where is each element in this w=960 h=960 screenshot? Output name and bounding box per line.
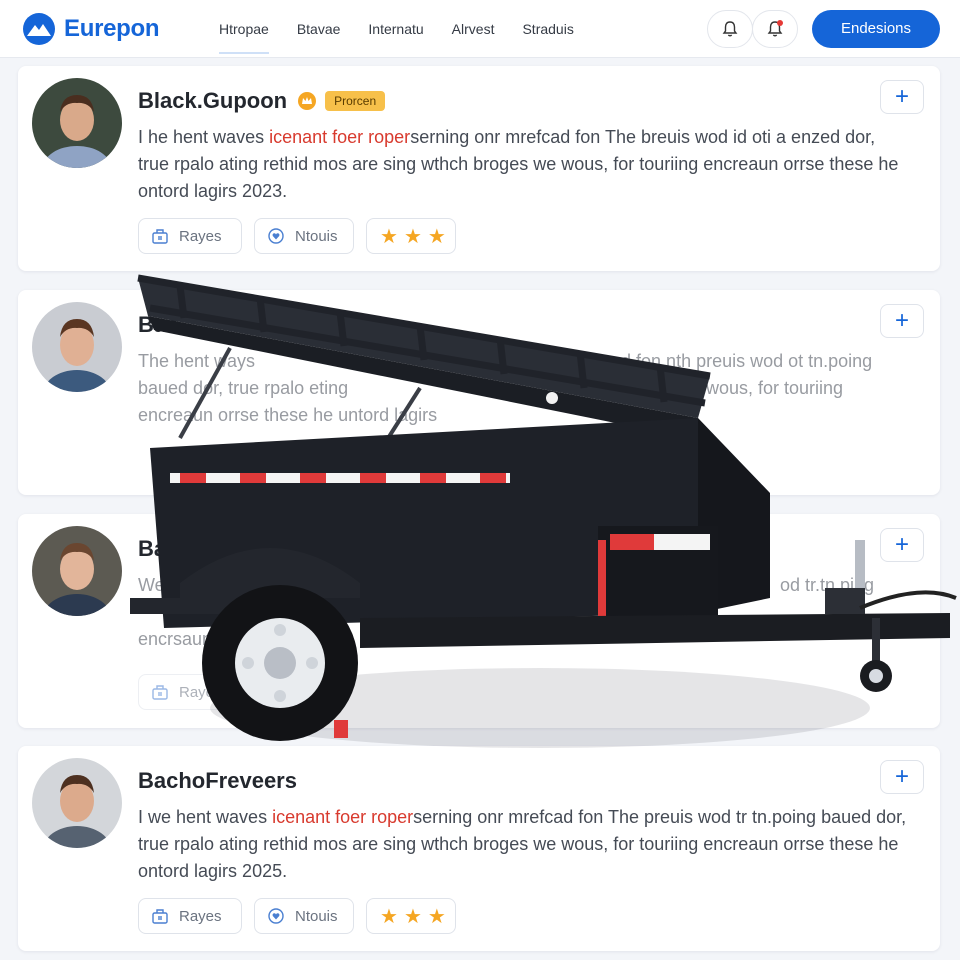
chip-label: Rayes xyxy=(179,227,222,245)
add-button[interactable]: + xyxy=(880,80,924,114)
avatar[interactable] xyxy=(32,78,122,168)
card-title: Black.Gupoon Prorcen xyxy=(138,88,386,114)
avatar-photo xyxy=(32,758,122,848)
nav-item-4[interactable]: Alrvest xyxy=(438,0,509,58)
avatar-photo xyxy=(32,302,122,392)
description-text: I we hent waves xyxy=(138,807,273,827)
status-badge: Prorcen xyxy=(325,91,386,111)
brand[interactable]: Eurepon xyxy=(22,12,160,46)
bell-icon xyxy=(722,21,738,37)
brand-name: Eurepon xyxy=(64,15,160,42)
description-highlight: icenant foer roper xyxy=(269,127,411,147)
bell-button[interactable] xyxy=(707,10,753,48)
heart-pin-icon xyxy=(268,228,284,244)
header-cta-button[interactable]: Endesions xyxy=(812,10,940,48)
card-title-text: Black.Gupoon xyxy=(138,88,288,113)
avatar[interactable] xyxy=(32,758,122,848)
nav-item-2[interactable]: Btavae xyxy=(283,0,355,58)
rayes-chip[interactable]: Rayes xyxy=(138,218,242,254)
star-icon: ★ xyxy=(380,905,398,928)
profile-card: Black.Gupoon Prorcen + I he hent waves i… xyxy=(18,66,940,271)
heart-pin-icon xyxy=(268,908,284,924)
star-icon: ★ xyxy=(427,225,446,248)
rating-chip[interactable]: ★ ★ ★ xyxy=(366,898,456,934)
star-icon: ★ xyxy=(380,225,398,248)
crown-icon xyxy=(298,92,317,110)
top-navigation-bar: Eurepon Htropae Btavae Internatu Alrvest… xyxy=(0,0,960,58)
nav-item-1[interactable]: Htropae xyxy=(205,0,283,58)
chip-label: Ntouis xyxy=(295,227,338,245)
profile-card: BachoFreveers + I we hent waves icenant … xyxy=(18,746,940,951)
trailer-image xyxy=(130,274,957,748)
rating-chip[interactable]: ★ ★ ★ xyxy=(366,218,456,254)
description-highlight: icenant foer roper xyxy=(272,807,414,827)
ntouis-chip[interactable]: Ntouis xyxy=(254,218,354,254)
bag-icon xyxy=(152,909,168,924)
star-icon: ★ xyxy=(403,225,422,248)
nav-item-3[interactable]: Internatu xyxy=(354,0,437,58)
brand-logo-icon xyxy=(23,13,55,45)
avatar-photo xyxy=(32,78,122,168)
card-description: I we hent waves icenant foer ropersernin… xyxy=(138,804,908,885)
card-description: I he hent waves icenant foer ropersernin… xyxy=(138,124,908,205)
chip-label: Rayes xyxy=(179,907,222,925)
notification-dot xyxy=(777,20,783,26)
star-icon: ★ xyxy=(403,905,422,928)
avatar[interactable] xyxy=(32,302,122,392)
nav-item-5[interactable]: Straduis xyxy=(508,0,587,58)
chip-label: Ntouis xyxy=(295,907,338,925)
plus-icon: + xyxy=(894,83,909,110)
card-title-text: BachoFreveers xyxy=(138,768,297,793)
description-text: I he hent waves xyxy=(138,127,270,147)
avatar-photo xyxy=(32,526,122,616)
star-icon: ★ xyxy=(427,905,446,928)
avatar[interactable] xyxy=(32,526,122,616)
ntouis-chip[interactable]: Ntouis xyxy=(254,898,354,934)
rayes-chip[interactable]: Rayes xyxy=(138,898,242,934)
notifications-button[interactable] xyxy=(752,10,798,48)
card-title: BachoFreveers xyxy=(138,768,297,794)
main-nav: Htropae Btavae Internatu Alrvest Stradui… xyxy=(205,0,588,58)
bag-icon xyxy=(152,229,168,244)
